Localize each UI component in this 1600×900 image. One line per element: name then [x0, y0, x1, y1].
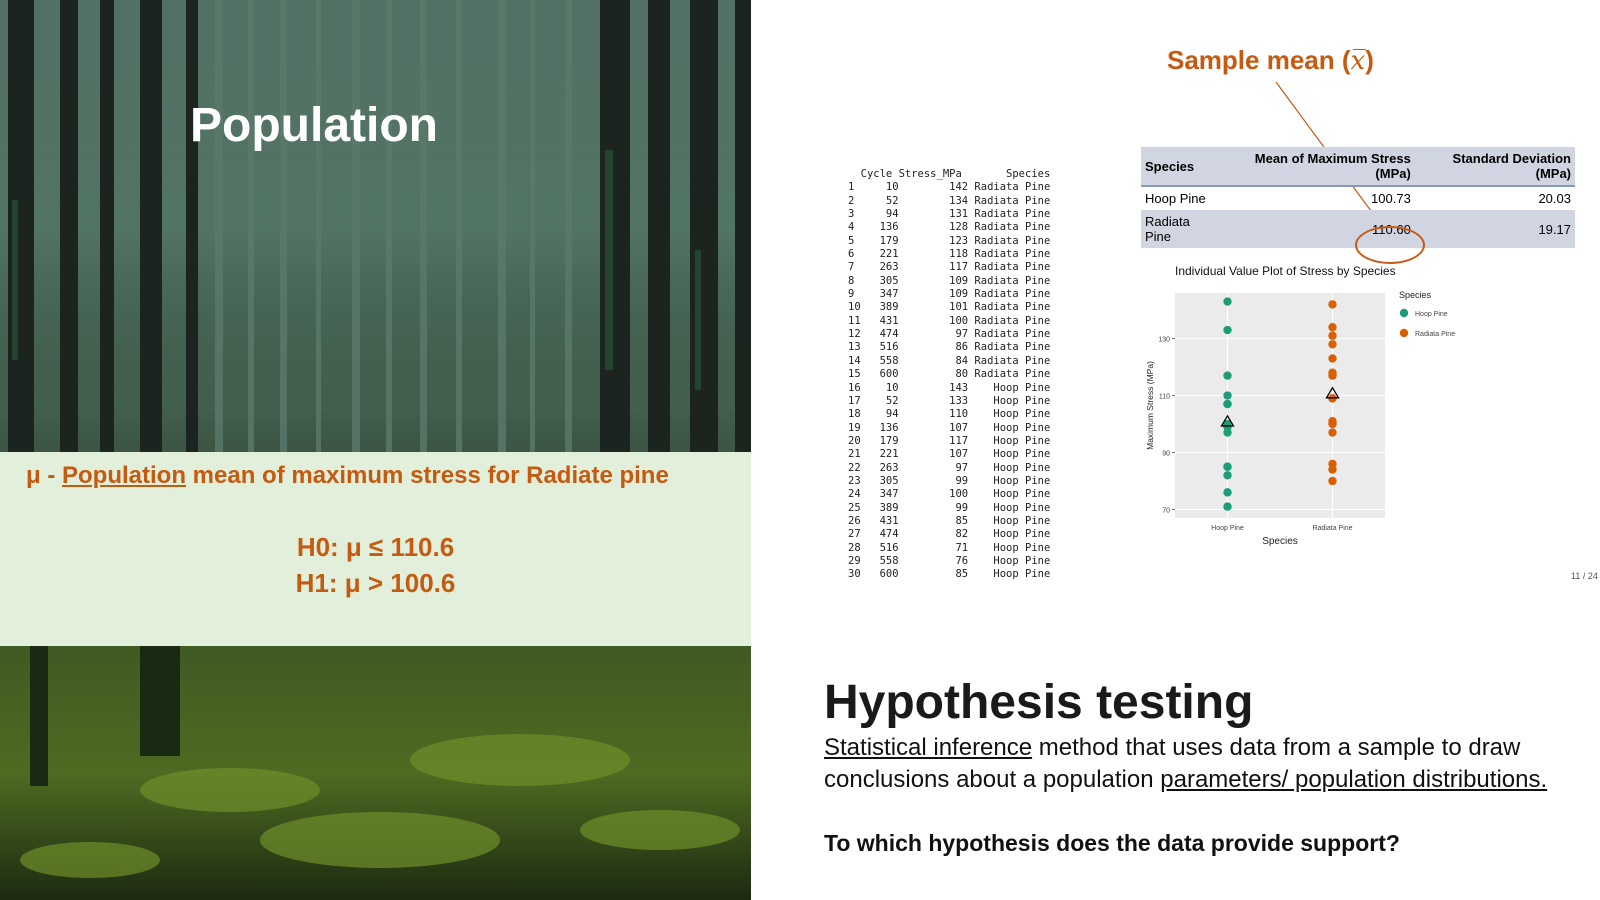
data-table-row: 3 94 131 Radiata Pine [848, 208, 1051, 221]
data-table-row: 1 10 142 Radiata Pine [848, 181, 1051, 194]
data-table-row: 21 221 107 Hoop Pine [848, 448, 1051, 461]
hypothesis-testing-title: Hypothesis testing [824, 676, 1254, 729]
data-point [1328, 476, 1337, 486]
legend-swatch [1399, 328, 1409, 338]
data-point [1223, 462, 1232, 471]
y-tick-label: 90 [1162, 450, 1170, 457]
mu-definition: μ - Population mean of maximum stress fo… [26, 462, 669, 490]
data-table-row: 22 263 97 Hoop Pine [848, 461, 1051, 474]
data-table-row: 4 136 128 Radiata Pine [848, 221, 1051, 234]
data-point [1328, 340, 1337, 349]
data-table-row: 17 52 133 Hoop Pine [848, 394, 1051, 407]
null-hypothesis: H0: μ ≤ 110.6 [296, 532, 455, 562]
data-table-row: 24 347 100 Hoop Pine [848, 488, 1051, 501]
y-tick-label: 130 [1158, 337, 1170, 344]
stats-header-species: Species [1141, 147, 1219, 186]
data-point [1328, 428, 1337, 437]
plot-panel [1175, 293, 1385, 518]
data-table-row: 29 558 76 Hoop Pine [848, 554, 1051, 567]
summary-stats-table: Species Mean of Maximum Stress (MPa) Sta… [1141, 147, 1575, 248]
data-point [1223, 371, 1232, 380]
data-point [1328, 419, 1337, 429]
data-table-row: 16 10 143 Hoop Pine [848, 381, 1051, 394]
data-point [1328, 465, 1337, 474]
data-point [1223, 297, 1232, 306]
data-point [1328, 371, 1337, 380]
data-table-row: 6 221 118 Radiata Pine [848, 248, 1051, 261]
stats-header-mean: Mean of Maximum Stress (MPa) [1219, 147, 1415, 186]
stats-header-sd: Standard Deviation (MPa) [1414, 147, 1575, 186]
hypothesis-question: To which hypothesis does the data provid… [824, 830, 1400, 856]
statistical-inference-term: Statistical inference [824, 734, 1033, 761]
mu-definition-rest: mean of maximum stress for Radiate pine [192, 462, 669, 489]
data-point [1223, 391, 1232, 400]
data-table-rows: 1 10 142 Radiata Pine 2 52 134 Radiata Pi… [848, 181, 1050, 581]
data-table-row: 20 179 117 Hoop Pine [848, 434, 1051, 447]
data-point [1328, 331, 1337, 340]
data-point [1223, 399, 1232, 409]
data-point [1328, 354, 1337, 363]
stats-cell-species: Hoop Pine [1145, 191, 1206, 206]
y-tick-label: 110 [1159, 394, 1170, 401]
sample-mean-highlight-circle [1355, 226, 1425, 264]
data-table-row: 11 431 100 Radiata Pine [848, 314, 1051, 327]
data-point [1223, 471, 1232, 480]
legend-swatch [1399, 308, 1409, 318]
raw-data-table: Cycle Stress_MPa Species 1 10 142 Radiat… [848, 168, 1050, 582]
stats-cell-sd: 19.17 [1414, 210, 1575, 248]
individual-value-plot: 70 90 110 130 Hoop Pine Radiata Pine Species Ma… [1145, 290, 1455, 547]
data-point [1223, 325, 1232, 335]
data-table-row: 9 347 109 Radiata Pine [848, 288, 1051, 301]
sample-mean-close: ) [1365, 45, 1374, 75]
alternative-hypothesis: H1: μ > 100.6 [295, 568, 456, 598]
page-number: 11 / 24 [1571, 571, 1598, 581]
data-table-row: 5 179 123 Radiata Pine [848, 234, 1051, 247]
stats-cell-sd: 20.03 [1538, 191, 1571, 206]
plot-title: Individual Value Plot of Stress by Speci… [1175, 264, 1396, 278]
data-table-row: 18 94 110 Hoop Pine [848, 408, 1051, 421]
mu-symbol: μ - [26, 462, 56, 489]
y-axis-label: Maximum Stress (MPa) [1145, 361, 1155, 450]
data-table-row: 7 263 117 Radiata Pine [848, 261, 1051, 274]
data-table-row: 25 389 99 Hoop Pine [848, 501, 1051, 514]
x-tick-label: Hoop Pine [1211, 525, 1244, 532]
data-table-row: 2 52 134 Radiata Pine [848, 194, 1051, 207]
data-point [1223, 488, 1232, 497]
data-table-row: 15 600 80 Radiata Pine [848, 368, 1051, 381]
legend-title: Species [1399, 290, 1432, 300]
data-table-row: 8 305 109 Radiata Pine [848, 274, 1051, 287]
data-table-row: 27 474 82 Hoop Pine [848, 528, 1051, 541]
data-table-row: 13 516 86 Radiata Pine [848, 341, 1051, 354]
data-point [1223, 428, 1232, 437]
sample-mean-label: Sample mean (x̅) [1167, 45, 1374, 76]
x-axis-label: Species [1262, 536, 1298, 547]
forest-background-image: Population [0, 0, 751, 900]
legend-label: Hoop Pine [1415, 311, 1448, 318]
data-table-row: 23 305 99 Hoop Pine [848, 474, 1051, 487]
data-table-header: Cycle Stress_MPa Species [848, 168, 1051, 180]
parameters-term: parameters/ population distributions. [1160, 766, 1548, 793]
data-table-row: 19 136 107 Hoop Pine [848, 421, 1051, 434]
data-table-row: 10 389 101 Radiata Pine [848, 301, 1051, 314]
stats-cell-mean: 100.73 [1371, 191, 1411, 206]
data-table-row: 12 474 97 Radiata Pine [848, 328, 1051, 341]
mu-underlined-word: Population [62, 462, 186, 489]
data-table-row: 14 558 84 Radiata Pine [848, 354, 1051, 367]
data-point [1328, 300, 1337, 309]
data-table-row: 30 600 85 Hoop Pine [848, 568, 1051, 581]
data-table-row: 28 516 71 Hoop Pine [848, 541, 1051, 554]
population-title: Population [190, 99, 438, 152]
hypothesis-description: Statistical inference method that uses d… [824, 732, 1564, 796]
sample-mean-text: Sample mean ( [1167, 45, 1351, 75]
stats-cell-species: Radiata Pine [1141, 210, 1219, 248]
x-tick-label: Radiata Pine [1312, 525, 1352, 532]
data-point [1223, 502, 1232, 511]
y-tick-label: 70 [1162, 507, 1170, 514]
data-table-row: 26 431 85 Hoop Pine [848, 514, 1051, 527]
x-bar-symbol: x̅ [1350, 46, 1366, 76]
stats-row-hoop: Hoop Pine 100.73 20.03 [1141, 186, 1575, 210]
data-point [1328, 322, 1337, 332]
legend-label: Radiata Pine [1415, 331, 1455, 338]
